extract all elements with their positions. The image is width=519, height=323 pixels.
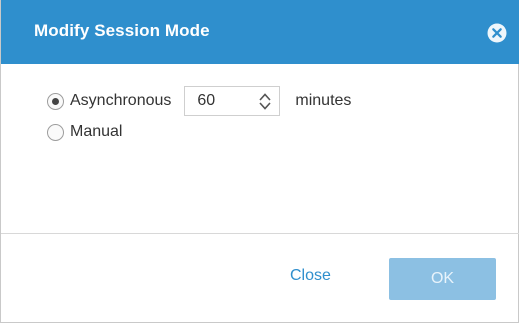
modify-session-mode-dialog: Modify Session Mode Asynchronous minutes	[0, 0, 519, 323]
close-button[interactable]: Close	[290, 267, 331, 285]
close-circle-icon[interactable]	[487, 23, 507, 43]
ok-button[interactable]: OK	[389, 258, 496, 300]
dialog-content: Asynchronous minutes Manual	[1, 64, 519, 233]
manual-label[interactable]: Manual	[70, 123, 122, 141]
minutes-unit-label: minutes	[295, 92, 352, 109]
minutes-input[interactable]	[185, 87, 256, 115]
increment-arrow-icon[interactable]	[259, 93, 271, 101]
decrement-arrow-icon[interactable]	[259, 102, 271, 110]
asynchronous-label[interactable]: Asynchronous	[70, 92, 171, 110]
asynchronous-radio[interactable]	[47, 92, 64, 110]
asynchronous-option-row: Asynchronous minutes	[47, 86, 351, 116]
manual-option-row: Manual	[47, 120, 122, 144]
manual-radio[interactable]	[47, 123, 64, 141]
dialog-title: Modify Session Mode	[34, 21, 210, 40]
dialog-footer: Close OK	[1, 234, 519, 323]
minutes-stepper[interactable]	[184, 86, 281, 116]
dialog-header: Modify Session Mode	[1, 0, 519, 64]
